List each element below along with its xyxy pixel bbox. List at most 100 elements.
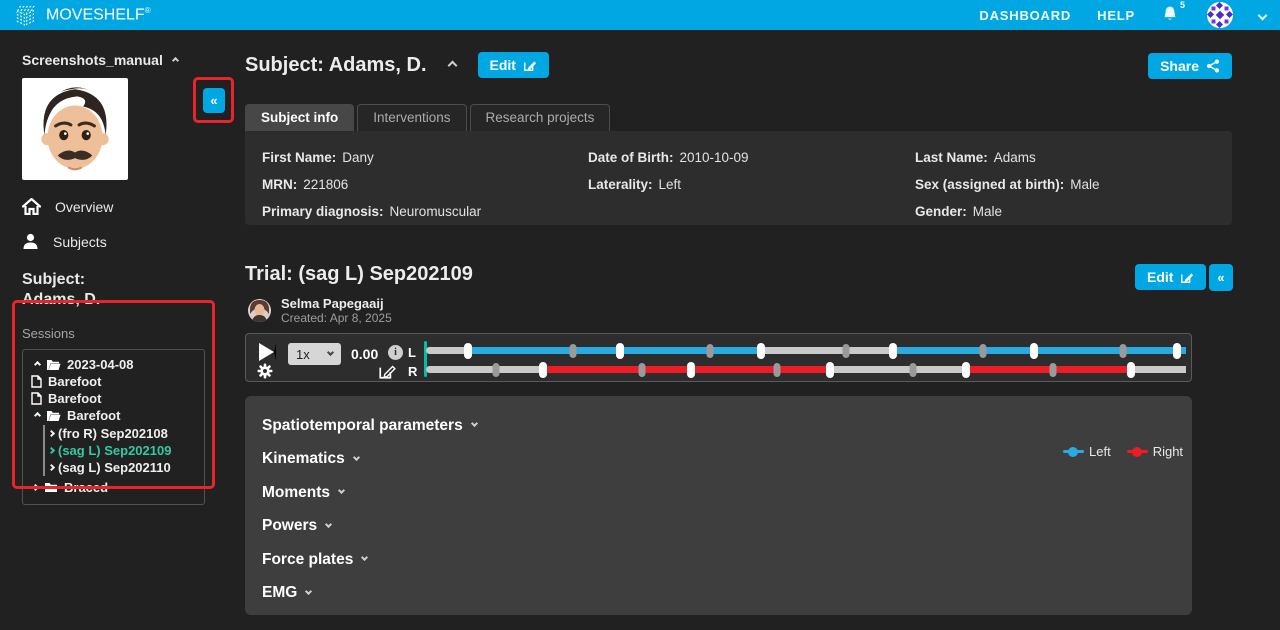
section-kinematics[interactable]: Kinematics (262, 443, 1192, 477)
tree-document[interactable]: Barefoot (29, 390, 200, 407)
chevron-down-icon (327, 349, 334, 356)
sidebar-item-subjects[interactable]: Subjects (22, 233, 236, 250)
tree-session-folder[interactable]: 2023-04-08 (29, 356, 200, 373)
gait-event-marker[interactable] (757, 343, 765, 359)
gait-event-marker[interactable] (1173, 343, 1181, 359)
tree-condition-folder[interactable]: Barefoot (29, 407, 200, 424)
gait-event-marker[interactable] (687, 362, 695, 378)
trial-title: Trial: (sag L) Sep202109 (245, 263, 473, 285)
brand-name: MOVESHELF® (46, 6, 151, 24)
document-icon (31, 375, 42, 388)
tree-trial[interactable]: (sag L) Sep202110 (49, 459, 200, 476)
timeline-track-left[interactable] (426, 347, 1186, 354)
home-icon (22, 198, 41, 215)
document-icon (31, 392, 42, 405)
registered-mark: ® (145, 6, 151, 15)
chevron-down-icon (338, 487, 345, 494)
gait-event-marker[interactable] (492, 363, 499, 377)
tab-subject-info[interactable]: Subject info (245, 104, 354, 131)
edit-clip-button[interactable] (378, 362, 396, 380)
identicon-pattern (1207, 2, 1233, 28)
tree-branch: (fro R) Sep202108 (sag L) Sep202109 (sag… (43, 425, 200, 476)
field-primary-diagnosis: Primary diagnosis: Neuromuscular (262, 198, 481, 225)
notifications-button[interactable]: 5 (1161, 5, 1181, 25)
collapse-subject-chevron-icon[interactable] (447, 60, 457, 70)
section-spatiotemporal[interactable]: Spatiotemporal parameters (262, 409, 1192, 443)
timeline-segment (761, 347, 892, 354)
top-nav: DASHBOARD HELP 5 (979, 2, 1266, 28)
gait-event-marker[interactable] (774, 363, 781, 377)
subject-tabs: Subject info Interventions Research proj… (245, 104, 613, 131)
subject-header: Subject: Adams, D. Edit (245, 52, 549, 78)
subject-avatar[interactable] (22, 78, 128, 180)
sidebar-item-label: Overview (55, 199, 113, 215)
brand[interactable]: MOVESHELF® (14, 4, 151, 26)
moveshelf-logo-icon (14, 4, 36, 26)
gait-event-marker[interactable] (1050, 363, 1057, 377)
timeline-track-right[interactable] (426, 366, 1186, 373)
tab-interventions[interactable]: Interventions (357, 104, 466, 131)
gait-event-marker[interactable] (464, 343, 472, 359)
sessions-label: Sessions (22, 326, 236, 341)
trial-header: Trial: (sag L) Sep202109 (245, 263, 473, 286)
legend-item-right: Right (1127, 444, 1183, 459)
gait-event-marker[interactable] (707, 344, 714, 358)
right-track-label: R (408, 364, 417, 379)
edit-pencil-icon (523, 58, 537, 72)
user-avatar[interactable] (1207, 2, 1233, 28)
share-icon (1206, 59, 1220, 73)
nav-help[interactable]: HELP (1097, 8, 1135, 23)
sidebar: Screenshots_manual (0, 30, 236, 630)
play-button[interactable] (259, 343, 276, 361)
gait-event-marker[interactable] (1119, 344, 1126, 358)
field-gender: Gender: Male (915, 198, 1100, 225)
folder-open-icon (46, 410, 61, 422)
gait-event-marker[interactable] (826, 362, 834, 378)
subject-title: Subject: Adams, D. (245, 54, 427, 77)
tree-trial[interactable]: (fro R) Sep202108 (49, 425, 200, 442)
gait-event-marker[interactable] (889, 343, 897, 359)
timeline-tracks (426, 334, 1186, 383)
gait-event-marker[interactable] (569, 344, 576, 358)
main-content: Subject: Adams, D. Edit Share Subject in… (245, 30, 1280, 630)
section-moments[interactable]: Moments (262, 476, 1192, 510)
sidebar-item-overview[interactable]: Overview (22, 198, 236, 215)
gait-event-marker[interactable] (1127, 362, 1135, 378)
author-name: Selma Papegaaij (281, 296, 392, 311)
gait-event-marker[interactable] (638, 363, 645, 377)
share-button[interactable]: Share (1148, 53, 1232, 79)
account-menu-chevron-icon[interactable] (1258, 10, 1268, 20)
gait-event-marker[interactable] (910, 363, 917, 377)
settings-gear-button[interactable] (257, 363, 273, 379)
section-force-plates[interactable]: Force plates (262, 543, 1192, 577)
gait-event-marker[interactable] (980, 344, 987, 358)
info-column: First Name: Dany MRN: 221806 Primary dia… (262, 144, 481, 225)
sessions-tree: 2023-04-08 Barefoot Barefoot (22, 349, 205, 505)
gait-event-marker[interactable] (539, 362, 547, 378)
project-selector[interactable]: Screenshots_manual (22, 52, 236, 68)
folder-open-icon (46, 359, 61, 371)
legend-item-left: Left (1063, 444, 1111, 459)
section-powers[interactable]: Powers (262, 510, 1192, 544)
info-icon[interactable]: i (388, 345, 403, 360)
edit-trial-button[interactable]: Edit (1135, 264, 1206, 290)
trial-collapse-button[interactable]: « (1209, 264, 1233, 291)
gait-event-marker[interactable] (843, 344, 850, 358)
tab-research-projects[interactable]: Research projects (470, 104, 611, 131)
chevron-down-icon (361, 554, 368, 561)
tree-condition-folder-collapsed[interactable]: Braced (29, 479, 200, 496)
sidebar-collapse-button[interactable]: « (203, 88, 225, 113)
tree-document[interactable]: Barefoot (29, 373, 200, 390)
info-column: Last Name: Adams Sex (assigned at birth)… (915, 144, 1100, 225)
chevron-down-icon (471, 420, 478, 427)
gait-event-marker[interactable] (962, 362, 970, 378)
gait-event-marker[interactable] (616, 343, 624, 359)
playback-speed-select[interactable]: 1x (288, 343, 341, 365)
side-legend: Left Right (1063, 444, 1183, 459)
tree-trial-selected[interactable]: (sag L) Sep202109 (49, 442, 200, 459)
timeline-segment (830, 366, 966, 373)
nav-dashboard[interactable]: DASHBOARD (979, 8, 1071, 23)
section-emg[interactable]: EMG (262, 577, 1192, 611)
gait-event-marker[interactable] (1030, 343, 1038, 359)
edit-subject-button[interactable]: Edit (478, 52, 549, 78)
